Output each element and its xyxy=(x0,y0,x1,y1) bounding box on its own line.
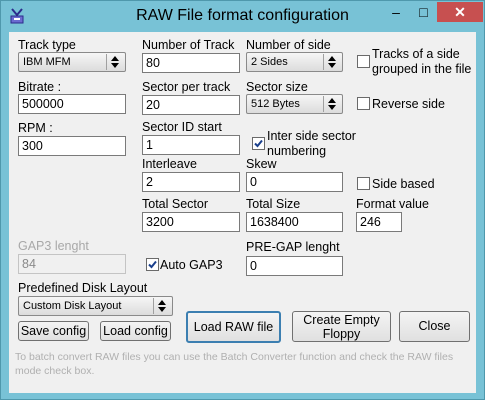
batch-hint-text: To batch convert RAW files you can use t… xyxy=(15,350,473,378)
sector-size-select[interactable]: 512 Bytes xyxy=(246,94,343,114)
dialog-window: RAW File format configuration – □ ✕ Trac… xyxy=(0,0,485,400)
tracks-grouped-label-line2: grouped in the file xyxy=(372,62,472,76)
skew-field[interactable]: 0 xyxy=(246,172,343,192)
total-size-label: Total Size xyxy=(246,197,301,211)
sector-per-track-label: Sector per track xyxy=(142,80,231,94)
maximize-button[interactable]: □ xyxy=(410,2,437,22)
batch-hint-line1: To batch convert RAW files you can use t… xyxy=(15,351,454,363)
total-sector-field[interactable]: 3200 xyxy=(142,212,240,232)
track-type-select[interactable]: IBM MFM xyxy=(18,52,126,72)
pre-gap-field[interactable]: 0 xyxy=(246,256,343,276)
interleave-label: Interleave xyxy=(142,157,197,171)
tracks-grouped-label-line1: Tracks of a side xyxy=(372,47,460,61)
format-value-field[interactable]: 246 xyxy=(356,212,402,232)
predefined-layout-value: Custom Disk Layout xyxy=(23,300,122,312)
track-type-value: IBM MFM xyxy=(23,56,71,68)
sector-per-track-field[interactable]: 20 xyxy=(142,95,240,115)
number-of-track-field[interactable]: 80 xyxy=(142,53,240,73)
dialog-client-area: Track type IBM MFM Bitrate : 500000 RPM … xyxy=(9,32,476,393)
inter-side-numbering-checkbox[interactable] xyxy=(252,137,265,150)
number-of-side-value: 2 Sides xyxy=(251,56,288,68)
checkmark-icon xyxy=(254,139,263,148)
load-raw-file-button[interactable]: Load RAW file xyxy=(186,311,281,343)
bitrate-label: Bitrate : xyxy=(18,80,62,94)
inter-side-numbering-label-line1: Inter side sector xyxy=(267,129,356,143)
pre-gap-label: PRE-GAP lenght xyxy=(246,240,340,254)
sector-size-label: Sector size xyxy=(246,80,308,94)
number-of-side-label: Number of side xyxy=(246,38,331,52)
updown-arrows-icon xyxy=(323,54,340,70)
batch-hint-line2: mode check box. xyxy=(15,365,95,377)
sector-id-start-label: Sector ID start xyxy=(142,120,222,134)
auto-gap3-checkbox[interactable] xyxy=(146,258,159,271)
close-window-button[interactable]: ✕ xyxy=(437,2,483,22)
bitrate-field[interactable]: 500000 xyxy=(18,94,126,114)
save-config-button[interactable]: Save config xyxy=(18,321,89,341)
updown-arrows-icon xyxy=(323,96,340,112)
close-button[interactable]: Close xyxy=(399,311,470,342)
predefined-layout-label: Predefined Disk Layout xyxy=(18,281,148,295)
title-bar[interactable]: RAW File format configuration – □ ✕ xyxy=(1,1,484,32)
updown-arrows-icon xyxy=(153,298,170,314)
gap3-label: GAP3 lenght xyxy=(18,239,89,253)
side-based-label: Side based xyxy=(372,177,435,191)
skew-label: Skew xyxy=(246,157,277,171)
interleave-field[interactable]: 2 xyxy=(142,172,240,192)
total-sector-label: Total Sector xyxy=(142,197,209,211)
track-type-label: Track type xyxy=(18,38,76,52)
side-based-checkbox[interactable] xyxy=(357,177,370,190)
rpm-field[interactable]: 300 xyxy=(18,136,126,156)
gap3-field: 84 xyxy=(18,254,126,274)
create-empty-floppy-button[interactable]: Create Empty Floppy xyxy=(292,311,391,342)
create-empty-floppy-label-line1: Create Empty xyxy=(303,313,380,327)
updown-arrows-icon xyxy=(106,54,123,70)
number-of-track-label: Number of Track xyxy=(142,38,235,52)
number-of-side-select[interactable]: 2 Sides xyxy=(246,52,343,72)
reverse-side-label: Reverse side xyxy=(372,97,445,111)
sector-id-start-field[interactable]: 1 xyxy=(142,135,240,155)
checkmark-icon xyxy=(148,260,157,269)
load-config-button[interactable]: Load config xyxy=(100,321,171,341)
create-empty-floppy-label-line2: Floppy xyxy=(322,327,361,341)
sector-size-value: 512 Bytes xyxy=(251,98,300,110)
total-size-field[interactable]: 1638400 xyxy=(246,212,343,232)
predefined-layout-select[interactable]: Custom Disk Layout xyxy=(18,296,173,316)
reverse-side-checkbox[interactable] xyxy=(357,97,370,110)
inter-side-numbering-label-line2: numbering xyxy=(267,144,327,158)
minimize-button[interactable]: – xyxy=(382,2,410,22)
format-value-label: Format value xyxy=(356,197,429,211)
auto-gap3-label: Auto GAP3 xyxy=(160,258,223,272)
rpm-label: RPM : xyxy=(18,121,53,135)
tracks-grouped-checkbox[interactable] xyxy=(357,55,370,68)
